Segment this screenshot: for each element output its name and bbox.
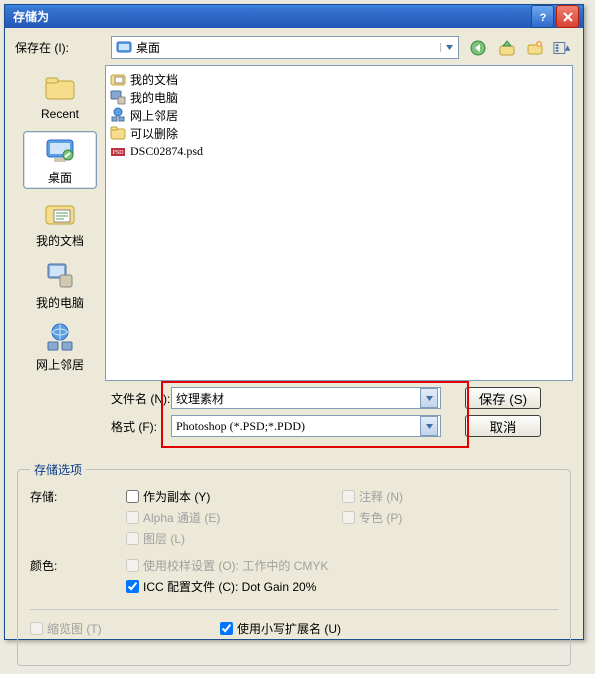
format-combobox[interactable]: Photoshop (*.PSD;*.PDD) xyxy=(171,415,441,437)
file-listing[interactable]: 我的文档 我的电脑 网上邻居 可以删除 PSD DSC02874.psd xyxy=(105,65,573,381)
item-label: 我的文档 xyxy=(130,71,178,88)
item-label: 网上邻居 xyxy=(130,107,178,124)
save-button[interactable]: 保存 (S) xyxy=(465,387,541,409)
folder-docs-icon xyxy=(110,71,126,87)
filename-combobox[interactable] xyxy=(171,387,441,409)
item-label: DSC02874.psd xyxy=(130,144,203,159)
list-item[interactable]: 可以删除 xyxy=(110,124,568,142)
save-subgroup: 存储: 作为副本 (Y) 注释 (N) Alpha 通道 (E) 专色 (P) … xyxy=(30,488,558,551)
filename-input[interactable] xyxy=(174,391,420,405)
dialog-body: 保存在 (I): 桌面 xyxy=(5,28,583,674)
dialog-title: 存储为 xyxy=(9,8,529,25)
proof-checkbox xyxy=(126,559,139,572)
back-button[interactable] xyxy=(469,38,489,58)
icc-checkbox[interactable] xyxy=(126,580,139,593)
notes-checkbox xyxy=(342,490,355,503)
folder-icon xyxy=(110,125,126,141)
item-label: 我的电脑 xyxy=(130,89,178,106)
list-item[interactable]: PSD DSC02874.psd xyxy=(110,142,568,160)
alpha-checkbox xyxy=(126,511,139,524)
up-button[interactable] xyxy=(497,38,517,58)
save-sublabel: 存储: xyxy=(30,488,126,551)
close-button[interactable] xyxy=(556,5,579,28)
name-format-area: 文件名 (N): 保存 (S) 格式 (F): Photoshop (*.PSD… xyxy=(15,387,573,443)
desktop-place-icon xyxy=(44,135,76,167)
save-as-dialog: 存储为 ? 保存在 (I): 桌面 xyxy=(4,4,584,640)
format-row: 格式 (F): Photoshop (*.PSD;*.PDD) 取消 xyxy=(15,415,573,437)
thumbnail-checkbox xyxy=(30,622,43,635)
titlebar: 存储为 ? xyxy=(5,5,583,28)
spot-checkbox xyxy=(342,511,355,524)
places-recent-label: Recent xyxy=(41,107,79,121)
filename-row: 文件名 (N): 保存 (S) xyxy=(15,387,573,409)
help-button[interactable]: ? xyxy=(531,5,554,28)
format-value: Photoshop (*.PSD;*.PDD) xyxy=(174,419,420,434)
places-desktop-label: 桌面 xyxy=(48,169,72,186)
places-mydocs-label: 我的文档 xyxy=(36,232,84,249)
notes-label: 注释 (N) xyxy=(359,488,403,505)
list-item[interactable]: 我的文档 xyxy=(110,70,568,88)
computer-icon xyxy=(110,89,126,105)
list-item[interactable]: 我的电脑 xyxy=(110,88,568,106)
save-options-group: 存储选项 存储: 作为副本 (Y) 注释 (N) Alpha 通道 (E) 专色… xyxy=(17,461,571,666)
places-mycomputer[interactable]: 我的电脑 xyxy=(24,257,96,313)
desktop-icon xyxy=(116,40,132,56)
cancel-button[interactable]: 取消 xyxy=(465,415,541,437)
thumbnail-label: 缩览图 (T) xyxy=(47,620,102,637)
computer-icon xyxy=(44,260,76,292)
save-in-label: 保存在 (I): xyxy=(15,39,111,56)
places-network-label: 网上邻居 xyxy=(36,356,84,373)
location-combobox[interactable]: 桌面 xyxy=(111,36,459,59)
color-sublabel: 颜色: xyxy=(30,557,126,599)
folder-docs-icon xyxy=(44,198,76,230)
lowercase-ext-label: 使用小写扩展名 (U) xyxy=(237,620,341,637)
item-label: 可以删除 xyxy=(130,125,178,142)
places-mycomputer-label: 我的电脑 xyxy=(36,294,84,311)
layers-label: 图层 (L) xyxy=(143,530,185,547)
options-legend: 存储选项 xyxy=(30,461,86,478)
folder-recent-icon xyxy=(44,73,76,105)
places-mydocs[interactable]: 我的文档 xyxy=(24,195,96,251)
places-network[interactable]: 网上邻居 xyxy=(24,319,96,375)
proof-label: 使用校样设置 (O): 工作中的 CMYK xyxy=(143,557,328,574)
filename-label: 文件名 (N): xyxy=(111,390,171,407)
network-icon xyxy=(110,107,126,123)
as-copy-label: 作为副本 (Y) xyxy=(143,488,210,505)
location-text: 桌面 xyxy=(136,39,160,56)
nav-toolbar xyxy=(469,38,573,58)
places-recent[interactable]: Recent xyxy=(24,69,96,125)
new-folder-button[interactable] xyxy=(525,38,545,58)
as-copy-checkbox[interactable] xyxy=(126,490,139,503)
alpha-label: Alpha 通道 (E) xyxy=(143,509,220,526)
network-icon xyxy=(44,322,76,354)
views-button[interactable] xyxy=(553,38,573,58)
places-bar: Recent 桌面 我的文档 我的电脑 网上邻居 xyxy=(15,65,105,381)
divider xyxy=(30,609,558,610)
layers-checkbox xyxy=(126,532,139,545)
psd-icon: PSD xyxy=(110,143,126,159)
chevron-down-icon[interactable] xyxy=(420,388,438,408)
icc-label: ICC 配置文件 (C): Dot Gain 20% xyxy=(143,578,316,595)
chevron-down-icon[interactable] xyxy=(420,416,438,436)
mid-area: Recent 桌面 我的文档 我的电脑 网上邻居 xyxy=(15,65,573,381)
places-desktop[interactable]: 桌面 xyxy=(23,131,97,189)
chevron-down-icon[interactable] xyxy=(440,43,454,52)
lowercase-ext-checkbox[interactable] xyxy=(220,622,233,635)
spot-label: 专色 (P) xyxy=(359,509,402,526)
format-label: 格式 (F): xyxy=(111,418,171,435)
svg-text:PSD: PSD xyxy=(112,150,124,156)
color-subgroup: 颜色: 使用校样设置 (O): 工作中的 CMYK ICC 配置文件 (C): … xyxy=(30,557,558,599)
list-item[interactable]: 网上邻居 xyxy=(110,106,568,124)
save-in-row: 保存在 (I): 桌面 xyxy=(15,36,573,59)
svg-text:?: ? xyxy=(539,12,546,23)
